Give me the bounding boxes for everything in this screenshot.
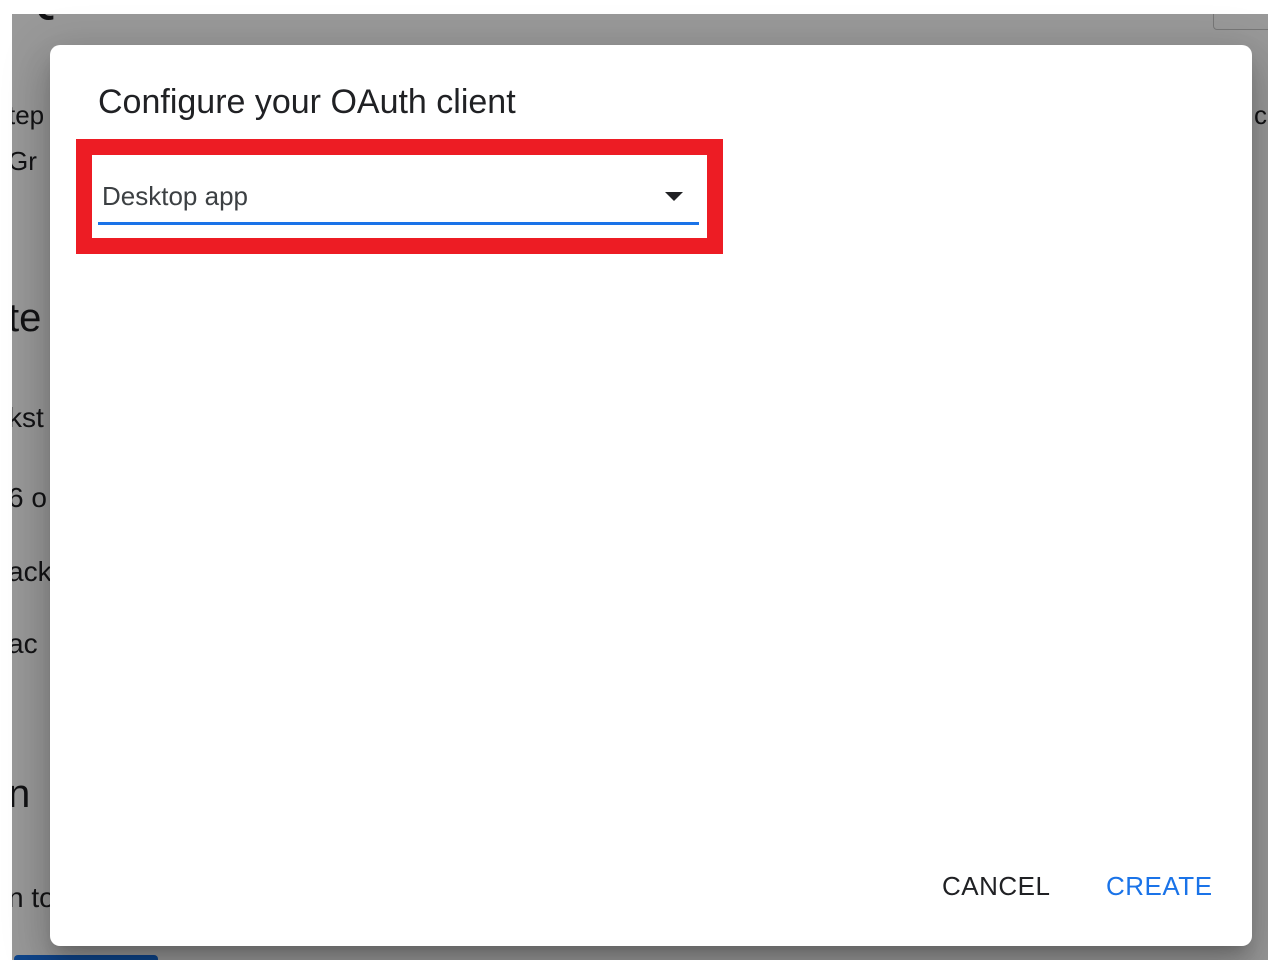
- dialog-title: Configure your OAuth client: [98, 83, 516, 121]
- dropdown-arrow-icon[interactable]: [665, 192, 683, 201]
- screenshot-edge: [0, 0, 12, 960]
- create-button[interactable]: CREATE: [1098, 867, 1221, 906]
- select-underline: [98, 222, 699, 225]
- cancel-button[interactable]: CANCEL: [934, 867, 1058, 906]
- application-type-select[interactable]: Desktop app: [98, 173, 699, 225]
- application-type-selected-value: Desktop app: [102, 181, 248, 211]
- screenshot-edge: [0, 0, 1268, 14]
- oauth-client-dialog: Configure your OAuth client Desktop app …: [50, 45, 1252, 946]
